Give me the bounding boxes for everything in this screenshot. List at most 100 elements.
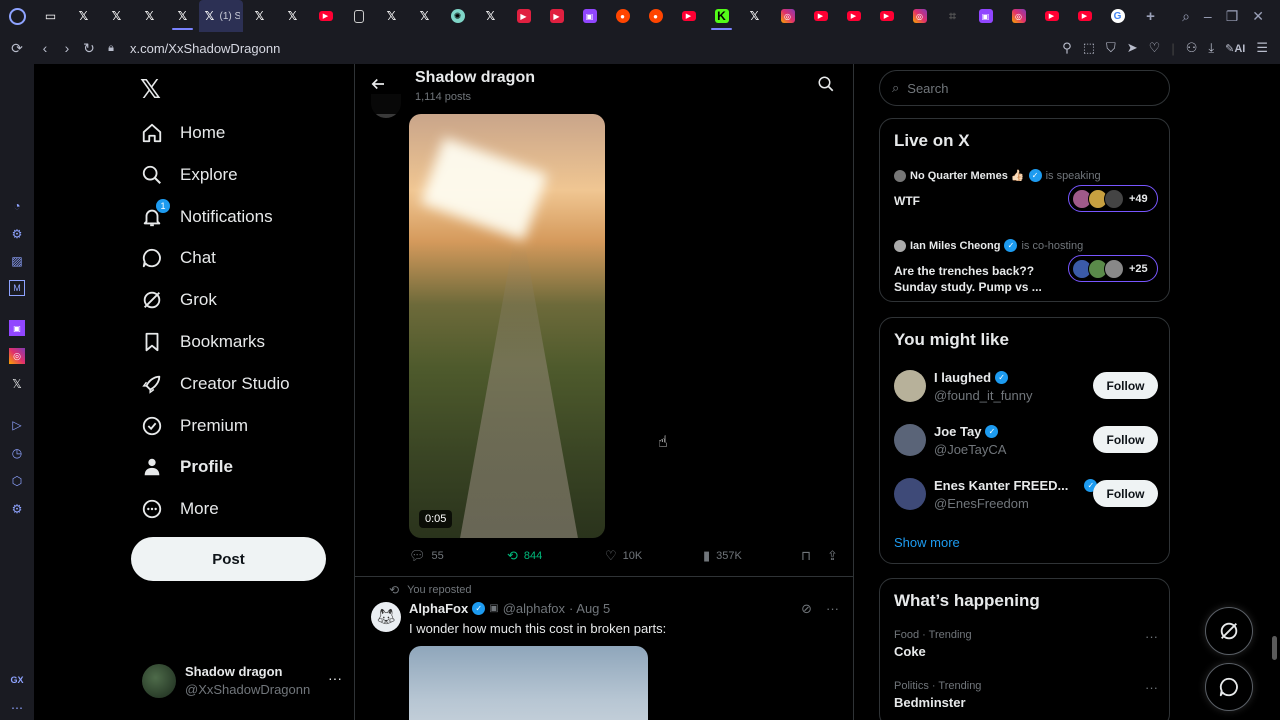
twitch-side-icon[interactable]: ▣ <box>9 320 25 336</box>
suggested-user[interactable]: I laughed ✓ @found_it_funny Follow <box>894 368 1158 408</box>
new-tab-button[interactable]: + <box>1134 0 1167 32</box>
tab-kick[interactable]: K <box>705 0 738 32</box>
opera-logo-icon[interactable] <box>0 0 34 32</box>
close-icon[interactable]: ✕ <box>1252 8 1264 25</box>
tab-instagram-2[interactable]: ◎ <box>903 0 936 32</box>
live-space[interactable]: No Quarter Memes 👍🏻 ✓ is speaking WTF +49 <box>894 169 1158 221</box>
pin-icon[interactable]: ⚲ <box>1062 40 1072 56</box>
shield-icon[interactable]: ⛉ <box>1106 40 1116 56</box>
back-arrow-icon[interactable] <box>369 75 387 98</box>
tab-reddit-2[interactable]: ● <box>639 0 672 32</box>
tweet-video[interactable]: 0:05 <box>409 114 605 538</box>
tab-instagram-3[interactable]: ◎ <box>1002 0 1035 32</box>
tab-x-3[interactable]: 𝕏 <box>133 0 166 32</box>
tweet-date[interactable]: · Aug 5 <box>569 601 610 616</box>
download-icon[interactable]: ⤓ <box>1208 40 1214 56</box>
tab-twitch-1[interactable]: ▣ <box>573 0 606 32</box>
forward-icon[interactable]: › <box>56 40 78 56</box>
more-dots-icon[interactable]: ··· <box>328 670 342 686</box>
maximize-icon[interactable]: ❐ <box>1226 8 1239 25</box>
ai-sidebar-icon[interactable]: ◔ <box>9 198 25 214</box>
tab-twitch-2[interactable]: ▣ <box>969 0 1002 32</box>
trend-item[interactable]: Politics · Trending Bedminster ··· <box>894 680 1158 710</box>
tab-media-2[interactable]: ▶ <box>540 0 573 32</box>
grok-float-button[interactable] <box>1205 607 1253 655</box>
stripes-icon[interactable]: ▨ <box>9 253 25 269</box>
extensions-icon[interactable]: ⬡ <box>9 473 25 489</box>
nav-chat[interactable]: Chat <box>140 237 216 279</box>
tab-youtube-3[interactable]: ▶ <box>804 0 837 32</box>
search-input[interactable] <box>907 80 1148 96</box>
ai-icon[interactable]: ✎AI <box>1225 42 1245 55</box>
menu-icon[interactable]: ☰ <box>1256 40 1268 56</box>
tab-x-6[interactable]: 𝕏 <box>276 0 309 32</box>
like-button[interactable]: ♡ 10K <box>605 548 642 564</box>
tab-x-7[interactable]: 𝕏 <box>375 0 408 32</box>
tab-x-2[interactable]: 𝕏 <box>100 0 133 32</box>
tab-youtube-4[interactable]: ▶ <box>837 0 870 32</box>
tab-youtube-6[interactable]: ▶ <box>1035 0 1068 32</box>
avatar[interactable]: 🦊︎ <box>371 602 401 632</box>
tab-x-1[interactable]: 𝕏 <box>67 0 100 32</box>
trend-item[interactable]: Food · Trending Coke ··· <box>894 629 1158 659</box>
author-handle[interactable]: @alphafox <box>503 601 565 616</box>
tab-search-icon[interactable]: ⌕ <box>1182 8 1190 25</box>
chat-float-button[interactable] <box>1205 663 1253 711</box>
tab-x-9[interactable]: 𝕏 <box>474 0 507 32</box>
snapshot-icon[interactable]: ⬚ <box>1083 40 1095 56</box>
nav-more[interactable]: More <box>140 488 219 530</box>
profile-icon[interactable]: ⚇ <box>1186 40 1198 56</box>
reload-sidebar-icon[interactable]: ⟳ <box>0 40 34 57</box>
nav-grok[interactable]: Grok <box>140 279 217 321</box>
nav-profile[interactable]: Profile <box>140 446 233 488</box>
tab-youtube-1[interactable]: ▶ <box>309 0 342 32</box>
nav-home[interactable]: Home <box>140 112 225 154</box>
views-button[interactable]: ▮ 357K <box>703 548 742 564</box>
tab-openai[interactable]: ✺ <box>441 0 474 32</box>
live-space[interactable]: Ian Miles Cheong ✓ is co-hosting Are the t… <box>894 239 1158 294</box>
tab-media-1[interactable]: ▶ <box>507 0 540 32</box>
tab-x-8[interactable]: 𝕏 <box>408 0 441 32</box>
robot-icon[interactable]: ⚙ <box>9 226 25 242</box>
more-dots-icon[interactable]: ··· <box>1145 680 1158 695</box>
author-name[interactable]: AlphaFox <box>409 601 468 616</box>
back-icon[interactable]: ‹ <box>34 40 56 56</box>
suggested-user[interactable]: Enes Kanter FREED... ✓ @EnesFreedom Follo… <box>894 476 1158 516</box>
bookmark-button[interactable]: ⊓ <box>801 548 817 564</box>
tab-youtube-2[interactable]: ▶ <box>672 0 705 32</box>
tab-instagram-1[interactable]: ◎ <box>771 0 804 32</box>
account-switcher[interactable]: Shadow dragon @XxShadowDragonn ··· <box>142 662 342 702</box>
search-icon[interactable] <box>817 75 835 98</box>
tweet-media[interactable] <box>409 646 648 720</box>
nav-premium[interactable]: Premium <box>140 405 248 447</box>
suggested-user[interactable]: Joe Tay ✓ @JoeTayCA Follow <box>894 422 1158 462</box>
page-scrollbar[interactable] <box>1268 64 1280 720</box>
player-icon[interactable]: ▷ <box>9 417 25 433</box>
gx-icon[interactable]: GX <box>9 672 25 688</box>
more-dots-icon[interactable]: ··· <box>1145 629 1158 644</box>
post-button[interactable]: Post <box>131 537 326 581</box>
tab-doc[interactable] <box>342 0 375 32</box>
tab-x-10[interactable]: 𝕏 <box>738 0 771 32</box>
tab-extension[interactable]: ⌗ <box>936 0 969 32</box>
reply-button[interactable]: 💬︎ 55 <box>409 548 444 564</box>
minimize-icon[interactable]: – <box>1204 8 1212 24</box>
follow-button[interactable]: Follow <box>1093 480 1158 507</box>
instagram-side-icon[interactable]: ◎ <box>9 348 25 364</box>
x-logo-icon[interactable]: 𝕏 <box>140 74 161 105</box>
grok-icon[interactable]: ⊘ <box>801 601 812 617</box>
tab-x-active[interactable]: 𝕏 (1) S <box>199 0 243 32</box>
tab-x-5[interactable]: 𝕏 <box>243 0 276 32</box>
nav-bookmarks[interactable]: Bookmarks <box>140 321 265 363</box>
nav-explore[interactable]: Explore <box>140 154 238 196</box>
follow-button[interactable]: Follow <box>1093 372 1158 399</box>
x-side-icon[interactable]: 𝕏 <box>9 376 25 392</box>
tab-youtube-5[interactable]: ▶ <box>870 0 903 32</box>
tab-youtube-7[interactable]: ▶ <box>1068 0 1101 32</box>
share-button[interactable]: ⇪ <box>827 548 844 564</box>
history-icon[interactable]: ◷ <box>9 445 25 461</box>
reload-icon[interactable]: ↻ <box>78 40 100 57</box>
settings-icon[interactable]: ⚙ <box>9 501 25 517</box>
tab-x-4[interactable]: 𝕏 <box>166 0 199 32</box>
heart-icon[interactable]: ♡ <box>1149 40 1161 56</box>
